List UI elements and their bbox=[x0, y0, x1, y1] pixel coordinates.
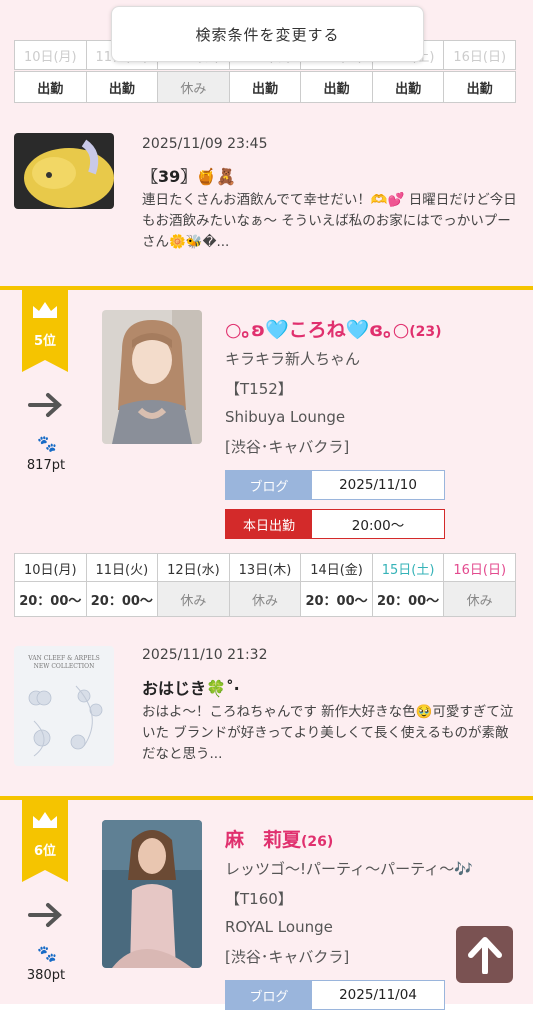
status-cell: 20：00〜 bbox=[300, 581, 373, 617]
cast-name-text: ○｡ʚ🩵ころね🩵ɞ｡○ bbox=[225, 319, 410, 341]
day-cell: 14日(金) bbox=[300, 553, 373, 583]
crown-icon bbox=[33, 302, 57, 318]
day-cell: 12日(水) bbox=[157, 553, 230, 583]
day-cell: 16日(日) bbox=[443, 553, 516, 583]
cast-catchphrase: キラキラ新人ちゃん bbox=[225, 350, 361, 368]
cast-catchphrase: レッツゴ〜!パーティ〜パーティ〜🎶 bbox=[225, 860, 473, 878]
status-cell: 20：00〜 bbox=[14, 581, 87, 617]
thumb-brand-text: VAN CLEEF & ARPELS bbox=[27, 655, 99, 662]
ranking-card: 5位 🐾 817pt ○｡ʚ🩵ころね🩵ɞ｡○(23) キラキラ新人ちゃん 【T1… bbox=[0, 286, 533, 630]
cast-name[interactable]: 麻 莉夏(26) bbox=[225, 825, 333, 852]
day-cell: 10日(月) bbox=[14, 553, 87, 583]
arrow-up-icon bbox=[467, 936, 502, 974]
blog-post[interactable]: 2025/11/09 23:45 〖39〗🍯🧸 連日たくさんお酒飲んでて幸せだい… bbox=[0, 120, 533, 286]
day-cell: 15日(土) bbox=[371, 553, 445, 583]
top-schedule-statuses: 出勤 出勤 休み 出勤 出勤 出勤 出勤 bbox=[14, 71, 516, 103]
ranking-card: 6位 🐾 380pt 麻 莉夏(26) レッツゴ〜!パーティ〜パーティ〜🎶 【T… bbox=[0, 796, 533, 1010]
status-cell: 出勤 bbox=[443, 71, 516, 103]
day-cell: 10日(月) bbox=[14, 40, 87, 70]
cast-name-text: 麻 莉夏 bbox=[225, 829, 302, 851]
paw-icon: 🐾 bbox=[37, 434, 57, 453]
cast-height: 【T152】 bbox=[225, 380, 293, 398]
blog-thumbnail[interactable] bbox=[14, 133, 114, 209]
blog-update-date: 2025/11/10 bbox=[312, 471, 444, 499]
blog-date: 2025/11/09 23:45 bbox=[142, 136, 268, 152]
blog-link[interactable]: ブログ 2025/11/04 bbox=[225, 980, 445, 1010]
cast-height: 【T160】 bbox=[225, 890, 293, 908]
blog-link[interactable]: ブログ 2025/11/10 bbox=[225, 470, 445, 500]
work-time: 20:00〜 bbox=[312, 510, 444, 538]
blog-label: ブログ bbox=[226, 471, 312, 499]
blog-post[interactable]: VAN CLEEF & ARPELS NEW COLLECTION 2025/1… bbox=[0, 626, 533, 796]
change-search-button[interactable]: 検索条件を変更する bbox=[111, 6, 424, 62]
shop-area: [渋谷･キャバクラ] bbox=[225, 948, 350, 966]
day-cell: 11日(火) bbox=[85, 553, 159, 583]
status-cell: 出勤 bbox=[85, 71, 159, 103]
work-label: 本日出勤 bbox=[226, 510, 312, 538]
status-cell: 出勤 bbox=[14, 71, 87, 103]
blog-excerpt: 連日たくさんお酒飲んでて幸せだい！🫶💕 日曜日だけど今日もお酒飲みたいなぁ〜 そ… bbox=[142, 192, 517, 250]
blog-thumbnail[interactable]: VAN CLEEF & ARPELS NEW COLLECTION bbox=[14, 646, 114, 766]
cast-name[interactable]: ○｡ʚ🩵ころね🩵ɞ｡○(23) bbox=[225, 315, 442, 342]
weekly-schedule-statuses: 20：00〜 20：00〜 休み 休み 20：00〜 20：00〜 休み bbox=[14, 581, 516, 617]
status-cell: 出勤 bbox=[228, 71, 302, 103]
blog-label: ブログ bbox=[226, 981, 312, 1009]
cast-photo[interactable] bbox=[102, 310, 202, 444]
status-cell: 休み bbox=[157, 71, 230, 103]
shop-name[interactable]: ROYAL Lounge bbox=[225, 918, 333, 936]
crown-icon bbox=[33, 812, 57, 828]
blog-excerpt: おはよ〜！ころねちゃんです 新作大好きな色🥹可愛すぎて泣いた ブランドが好きって… bbox=[142, 704, 514, 762]
status-cell: 出勤 bbox=[300, 71, 373, 103]
blog-update-date: 2025/11/04 bbox=[312, 981, 444, 1009]
today-work-status: 本日出勤 20:00〜 bbox=[225, 509, 445, 539]
arrow-right-icon bbox=[28, 903, 62, 927]
rank-label: 6位 bbox=[33, 844, 57, 859]
status-cell: 出勤 bbox=[371, 71, 445, 103]
cast-age: (26) bbox=[301, 834, 334, 850]
cast-age: (23) bbox=[409, 324, 442, 340]
points: 817pt bbox=[26, 458, 66, 473]
shop-name[interactable]: Shibuya Lounge bbox=[225, 408, 345, 426]
weekly-schedule-days: 10日(月) 11日(火) 12日(水) 13日(木) 14日(金) 15日(土… bbox=[14, 553, 516, 583]
status-cell: 休み bbox=[228, 581, 302, 617]
status-cell: 20：00〜 bbox=[371, 581, 445, 617]
points: 380pt bbox=[26, 968, 66, 983]
status-cell: 休み bbox=[157, 581, 230, 617]
blog-title[interactable]: 〖39〗🍯🧸 bbox=[142, 163, 236, 187]
arrow-right-icon bbox=[28, 393, 62, 417]
day-cell: 13日(木) bbox=[228, 553, 302, 583]
shop-area: [渋谷･キャバクラ] bbox=[225, 438, 350, 456]
thumb-collection-text: NEW COLLECTION bbox=[34, 663, 95, 670]
status-cell: 休み bbox=[443, 581, 516, 617]
blog-title[interactable]: おはじき🍀˚‧ bbox=[142, 675, 240, 699]
scroll-to-top-button[interactable] bbox=[456, 926, 513, 983]
rank-badge: 6位 bbox=[22, 800, 68, 882]
paw-icon: 🐾 bbox=[37, 944, 57, 963]
status-cell: 20：00〜 bbox=[85, 581, 159, 617]
rank-badge: 5位 bbox=[22, 290, 68, 372]
cast-photo[interactable] bbox=[102, 820, 202, 968]
blog-date: 2025/11/10 21:32 bbox=[142, 647, 268, 663]
rank-label: 5位 bbox=[33, 334, 57, 349]
day-cell: 16日(日) bbox=[443, 40, 516, 70]
